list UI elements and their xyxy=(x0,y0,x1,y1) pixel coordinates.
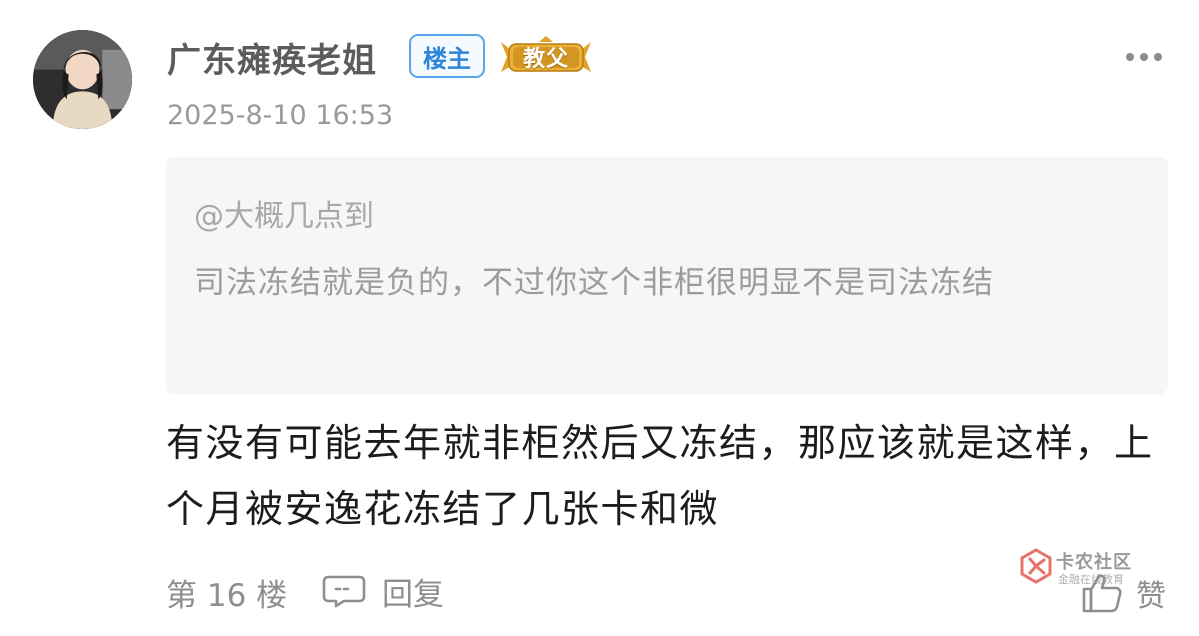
floor-number: 第 16 楼 xyxy=(166,578,288,614)
kanong-logo-icon xyxy=(1020,548,1052,584)
username[interactable]: 广东瘫痪老姐 xyxy=(167,33,377,82)
more-options-button[interactable] xyxy=(1126,50,1162,64)
comment-bubble-icon xyxy=(322,575,366,608)
avatar[interactable] xyxy=(33,30,132,129)
reply-label: 回复 xyxy=(382,576,444,613)
quoted-user[interactable]: @大概几点到 xyxy=(194,191,374,235)
like-label: 赞 xyxy=(1136,579,1166,614)
more-dots-icon xyxy=(1154,53,1162,61)
post-content: 有没有可能去年就非柜然后又冻结，那应该就是这样，上个月被安逸花冻结了几张卡和微 xyxy=(166,421,1154,531)
more-dots-icon xyxy=(1140,53,1148,61)
avatar-image xyxy=(33,30,132,129)
like-button[interactable]: 赞 xyxy=(1080,568,1166,618)
quoted-text: 司法冻结就是负的，不过你这个非柜很明显不是司法冻结 xyxy=(194,265,994,301)
rank-badge-label: 教父 xyxy=(522,47,569,72)
post-timestamp: 2025-8-10 16:53 xyxy=(167,100,394,131)
quoted-reply[interactable]: @大概几点到 司法冻结就是负的，不过你这个非柜很明显不是司法冻结 xyxy=(166,157,1168,394)
owner-badge: 楼主 xyxy=(409,34,485,78)
more-dots-icon xyxy=(1126,53,1134,61)
rank-badge: 教父 xyxy=(497,36,595,78)
thumbs-up-icon xyxy=(1082,574,1122,613)
reply-button[interactable]: 回复 xyxy=(322,570,444,613)
